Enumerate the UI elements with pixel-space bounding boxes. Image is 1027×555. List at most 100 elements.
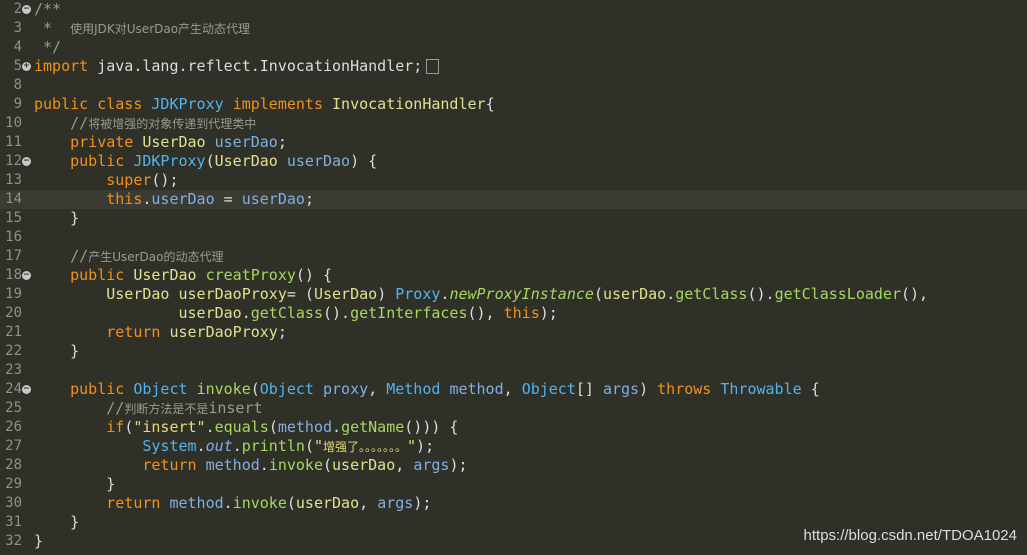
code-token: println bbox=[241, 437, 305, 455]
code-token: ); bbox=[449, 456, 468, 474]
code-text: import java.lang.reflect.InvocationHandl… bbox=[34, 57, 440, 76]
code-token: private bbox=[34, 133, 143, 151]
code-token: // bbox=[34, 114, 89, 132]
code-line[interactable]: 27 System.out.println("增强了。。。。。。。"); bbox=[0, 437, 1027, 456]
code-token: = bbox=[214, 190, 242, 208]
code-line[interactable]: 25 //判断方法是不是insert bbox=[0, 399, 1027, 418]
code-line[interactable]: 26 if("insert".equals(method.getName()))… bbox=[0, 418, 1027, 437]
code-line[interactable]: 28 return method.invoke(userDao, args); bbox=[0, 456, 1027, 475]
code-token: if bbox=[34, 418, 125, 436]
line-number: 15 bbox=[5, 210, 22, 226]
code-line[interactable]: 19 UserDao userDaoProxy= (UserDao) Proxy… bbox=[0, 285, 1027, 304]
code-token: ( bbox=[250, 380, 260, 398]
code-line[interactable]: 29 } bbox=[0, 475, 1027, 494]
code-token: ( bbox=[593, 285, 603, 303]
code-editor[interactable]: 2−/** 3 * 使用JDK对UserDao产生动态代理 4 */5 + import… bbox=[0, 0, 1027, 555]
code-line[interactable]: 14 this.userDao = userDao; bbox=[0, 190, 1027, 209]
fold-collapse-icon[interactable]: − bbox=[22, 271, 31, 280]
code-line[interactable]: 20 userDao.getClass().getInterfaces(), t… bbox=[0, 304, 1027, 323]
code-line[interactable]: 4 */ bbox=[0, 38, 1027, 57]
code-token: userDao bbox=[151, 190, 215, 208]
code-text: //产生UserDao的动态代理 bbox=[34, 247, 223, 267]
code-token: ( bbox=[304, 437, 314, 455]
code-line[interactable]: 2−/** bbox=[0, 0, 1027, 19]
line-number: 9 bbox=[13, 96, 22, 112]
code-token: method bbox=[449, 380, 504, 398]
code-text: public class JDKProxy implements Invocat… bbox=[34, 95, 495, 114]
line-number: 29 bbox=[5, 476, 22, 492]
line-number: 4 bbox=[13, 39, 22, 55]
code-token: 将被增强的对象传递到代理类中 bbox=[88, 117, 257, 131]
code-line[interactable]: 17 //产生UserDao的动态代理 bbox=[0, 247, 1027, 266]
code-token: UserDao bbox=[133, 266, 206, 284]
code-text: return method.invoke(userDao, args); bbox=[34, 494, 431, 513]
code-token: ); bbox=[413, 494, 432, 512]
code-token: ( bbox=[124, 418, 134, 436]
code-token: (); bbox=[151, 171, 179, 189]
code-line[interactable]: 8 bbox=[0, 76, 1027, 95]
code-line[interactable]: 13 super(); bbox=[0, 171, 1027, 190]
code-token: [] bbox=[575, 380, 603, 398]
code-token: getClass bbox=[675, 285, 748, 303]
code-token: super bbox=[34, 171, 152, 189]
folded-region-icon[interactable] bbox=[426, 59, 440, 74]
code-token: UserDao bbox=[142, 133, 215, 151]
code-token: { bbox=[810, 380, 820, 398]
code-token: ; bbox=[304, 190, 314, 208]
code-line[interactable]: 30 return method.invoke(userDao, args); bbox=[0, 494, 1027, 513]
code-token: UserDao bbox=[214, 152, 287, 170]
code-line[interactable]: 18− public UserDao creatProxy() { bbox=[0, 266, 1027, 285]
code-token: Object bbox=[521, 380, 576, 398]
fold-collapse-icon[interactable]: − bbox=[22, 385, 31, 394]
code-token: (). bbox=[747, 285, 775, 303]
code-text: if("insert".equals(method.getName())) { bbox=[34, 418, 458, 437]
code-token: // bbox=[34, 399, 125, 417]
code-text: } bbox=[34, 342, 79, 361]
code-token: // bbox=[34, 247, 89, 265]
line-number: 12 bbox=[5, 153, 22, 169]
code-token: public bbox=[34, 152, 134, 170]
fold-expand-icon[interactable]: + bbox=[22, 62, 31, 71]
code-token: public bbox=[34, 266, 134, 284]
line-number: 13 bbox=[5, 172, 22, 188]
code-line[interactable]: 22 } bbox=[0, 342, 1027, 361]
code-text: super(); bbox=[34, 171, 179, 190]
code-token: , bbox=[395, 456, 414, 474]
code-token: ) bbox=[377, 285, 396, 303]
code-token: import bbox=[34, 57, 89, 75]
code-token: userDaoProxy bbox=[169, 323, 278, 341]
code-line[interactable]: 15 } bbox=[0, 209, 1027, 228]
code-token: proxy bbox=[323, 380, 369, 398]
line-number: 30 bbox=[5, 495, 22, 511]
code-token: this bbox=[34, 190, 143, 208]
code-token: InvocationHandler bbox=[332, 95, 486, 113]
fold-collapse-icon[interactable]: − bbox=[22, 5, 31, 14]
code-line[interactable]: 16 bbox=[0, 228, 1027, 247]
code-token: } bbox=[34, 209, 80, 227]
code-line[interactable]: 12− public JDKProxy(UserDao userDao) { bbox=[0, 152, 1027, 171]
code-token: public bbox=[34, 380, 134, 398]
code-token: . bbox=[223, 494, 233, 512]
line-number: 28 bbox=[5, 457, 22, 473]
code-line[interactable]: 5 + import java.lang.reflect.InvocationHan… bbox=[0, 57, 1027, 76]
code-token: ())) { bbox=[404, 418, 459, 436]
code-line[interactable]: 10 //将被增强的对象传递到代理类中 bbox=[0, 114, 1027, 133]
code-token: userDao bbox=[286, 152, 351, 170]
code-line[interactable]: 9 public class JDKProxy implements Invoca… bbox=[0, 95, 1027, 114]
code-token: ( bbox=[268, 418, 278, 436]
code-line[interactable]: 3 * 使用JDK对UserDao产生动态代理 bbox=[0, 19, 1027, 38]
code-token: getName bbox=[341, 418, 405, 436]
code-token: (). bbox=[323, 304, 351, 322]
line-number: 2 bbox=[13, 1, 22, 17]
code-text: */ bbox=[34, 38, 61, 57]
code-line[interactable]: 23 bbox=[0, 361, 1027, 380]
code-token: 判断方法是不是 bbox=[124, 402, 209, 416]
fold-collapse-icon[interactable]: − bbox=[22, 157, 31, 166]
code-line[interactable]: 21 return userDaoProxy; bbox=[0, 323, 1027, 342]
code-line[interactable]: 11 private UserDao userDao; bbox=[0, 133, 1027, 152]
code-token: 使用JDK对UserDao产生动态代理 bbox=[70, 22, 251, 36]
line-number: 24 bbox=[5, 381, 22, 397]
code-token: method bbox=[169, 494, 224, 512]
code-line[interactable]: 24− public Object invoke(Object proxy, M… bbox=[0, 380, 1027, 399]
code-token: (), bbox=[467, 304, 504, 322]
